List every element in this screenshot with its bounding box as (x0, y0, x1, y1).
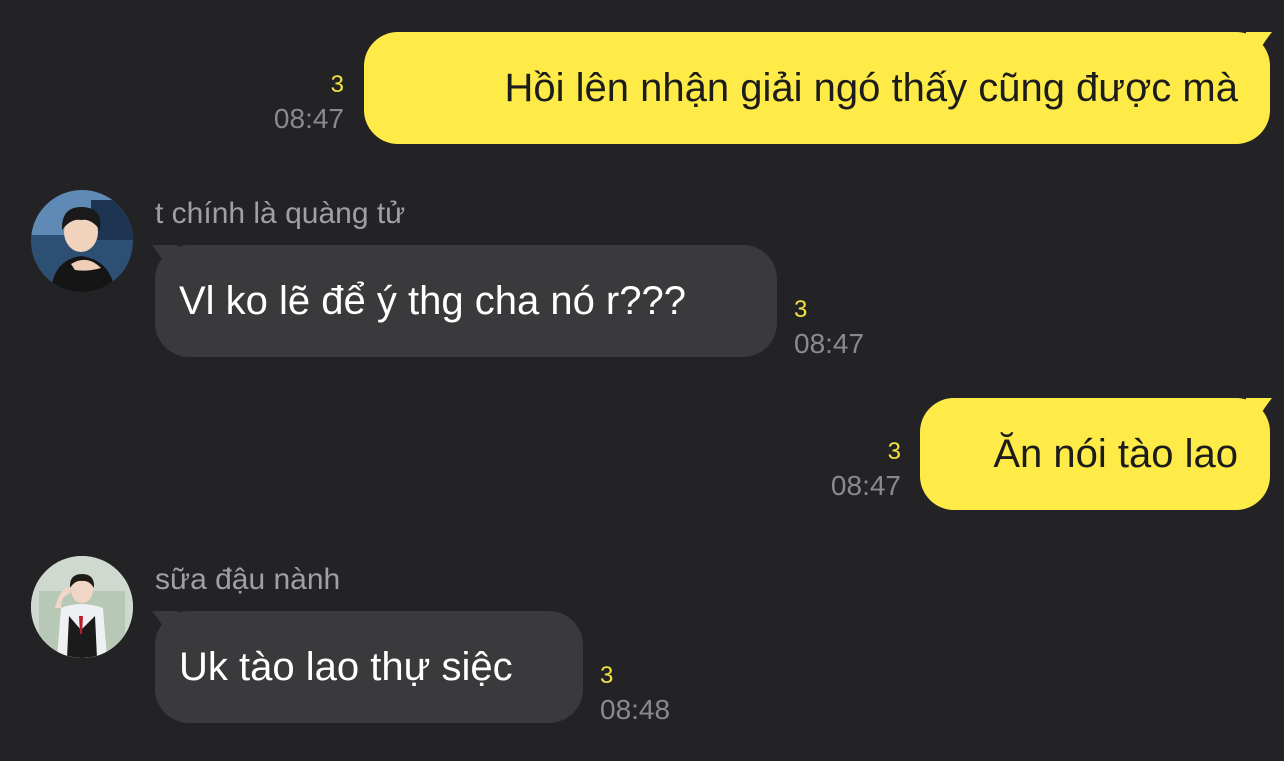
message-text: Uk tào lao thự siệc (179, 645, 513, 689)
avatar[interactable] (31, 190, 133, 292)
avatar-image (31, 190, 133, 292)
unread-count: 3 (600, 662, 614, 689)
message-bubble[interactable]: Ăn nói tào lao (920, 398, 1270, 510)
message-bubble[interactable]: Vl ko lẽ để ý thg cha nó r??? (155, 245, 777, 357)
message-time: 08:47 (794, 328, 865, 359)
message-time: 08:47 (273, 103, 344, 134)
message-time: 08:47 (830, 470, 901, 501)
unread-count: 3 (887, 438, 901, 465)
message-text: Vl ko lẽ để ý thg cha nó r??? (179, 279, 686, 323)
avatar[interactable] (31, 556, 133, 658)
message-meta: 3 08:47 (274, 73, 344, 133)
message-bubble[interactable]: Uk tào lao thự siệc (155, 611, 583, 723)
message-meta: 3 08:47 (831, 440, 901, 500)
sender-name: t chính là quàng tử (155, 197, 406, 230)
sender-name: sữa đậu nành (155, 563, 341, 596)
message-bubble[interactable]: Hồi lên nhận giải ngó thấy cũng được mà (364, 32, 1270, 144)
unread-count: 3 (794, 296, 808, 323)
unread-count: 3 (330, 71, 344, 98)
message-text: Ăn nói tào lao (993, 432, 1238, 476)
message-text: Hồi lên nhận giải ngó thấy cũng được mà (504, 66, 1238, 110)
message-meta: 3 08:47 (794, 298, 864, 358)
message-time: 08:48 (600, 694, 671, 725)
message-meta: 3 08:48 (600, 664, 670, 724)
avatar-image (31, 556, 133, 658)
